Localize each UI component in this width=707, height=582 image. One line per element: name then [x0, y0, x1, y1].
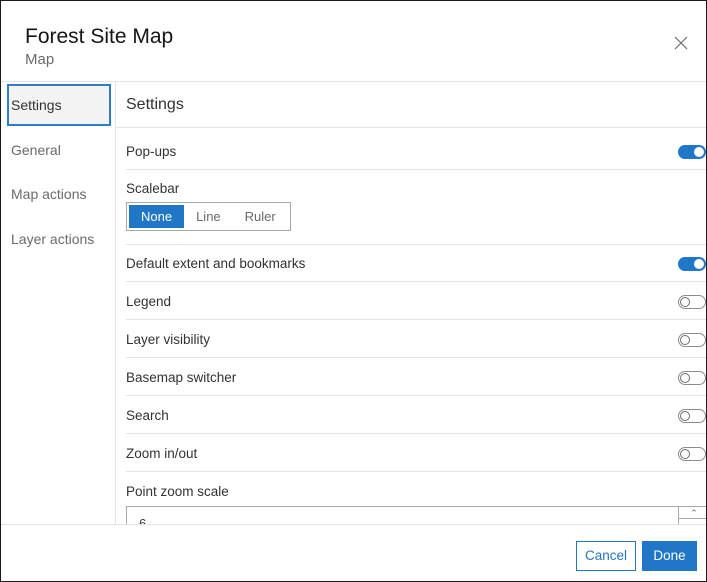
zoom-row: Zoom in/out	[126, 435, 706, 472]
default-extent-label: Default extent and bookmarks	[126, 256, 306, 271]
page-subtitle: Map	[25, 51, 55, 68]
point-zoom-scale-value: 6	[139, 516, 147, 524]
zoom-toggle[interactable]	[678, 447, 706, 461]
scalebar-option-ruler[interactable]: Ruler	[233, 205, 288, 228]
quantity-stepper[interactable]: ⌃	[678, 507, 706, 524]
popups-label: Pop-ups	[126, 144, 177, 159]
page-title: Forest Site Map	[25, 25, 174, 48]
sidebar-item-map-actions[interactable]: Map actions	[1, 173, 115, 215]
legend-label: Legend	[126, 294, 172, 309]
divider	[116, 127, 706, 128]
sidebar-item-general[interactable]: General	[1, 129, 115, 171]
layer-visibility-row: Layer visibility	[126, 321, 706, 358]
layer-visibility-label: Layer visibility	[126, 332, 211, 347]
toggle-knob	[680, 411, 690, 421]
legend-toggle[interactable]	[678, 295, 706, 309]
settings-panel: Settings Pop-ups Scalebar None Line Rule…	[116, 82, 706, 524]
toggle-knob	[680, 373, 690, 383]
toggle-knob	[694, 259, 704, 269]
scalebar-label: Scalebar	[126, 181, 180, 196]
popups-toggle[interactable]	[678, 145, 706, 159]
close-icon[interactable]	[673, 35, 689, 51]
default-extent-toggle[interactable]	[678, 257, 706, 271]
basemap-switcher-label: Basemap switcher	[126, 370, 237, 385]
chevron-up-icon[interactable]: ⌃	[679, 507, 706, 519]
popups-row: Pop-ups	[126, 133, 706, 170]
done-button[interactable]: Done	[642, 541, 697, 571]
dialog-header: Forest Site Map Map	[1, 1, 706, 82]
toggle-knob	[694, 147, 704, 157]
settings-title: Settings	[126, 96, 184, 113]
search-label: Search	[126, 408, 169, 423]
scalebar-option-none[interactable]: None	[129, 205, 185, 228]
toggle-knob	[680, 449, 690, 459]
search-row: Search	[126, 397, 706, 434]
cancel-button[interactable]: Cancel	[576, 541, 636, 571]
search-toggle[interactable]	[678, 409, 706, 423]
default-extent-row: Default extent and bookmarks	[126, 245, 706, 282]
layer-visibility-toggle[interactable]	[678, 333, 706, 347]
zoom-label: Zoom in/out	[126, 446, 198, 461]
toggle-knob	[680, 335, 690, 345]
sidebar-item-settings[interactable]: Settings	[7, 84, 111, 126]
basemap-switcher-toggle[interactable]	[678, 371, 706, 385]
sidebar-item-layer-actions[interactable]: Layer actions	[1, 218, 115, 260]
point-zoom-scale-label: Point zoom scale	[126, 484, 229, 499]
legend-row: Legend	[126, 283, 706, 320]
toggle-knob	[680, 297, 690, 307]
dialog-footer: Cancel Done	[1, 524, 706, 581]
basemap-switcher-row: Basemap switcher	[126, 359, 706, 396]
dialog: Forest Site Map Map Settings General Map…	[0, 0, 707, 582]
scalebar-option-line[interactable]: Line	[184, 205, 233, 228]
point-zoom-scale-input[interactable]: 6 ⌃	[126, 506, 706, 524]
scalebar-row: Scalebar None Line Ruler	[126, 170, 706, 245]
sidebar: Settings General Map actions Layer actio…	[1, 82, 116, 524]
scalebar-segmented-control: None Line Ruler	[126, 202, 291, 231]
point-zoom-scale-row: Point zoom scale 6 ⌃	[126, 473, 706, 524]
